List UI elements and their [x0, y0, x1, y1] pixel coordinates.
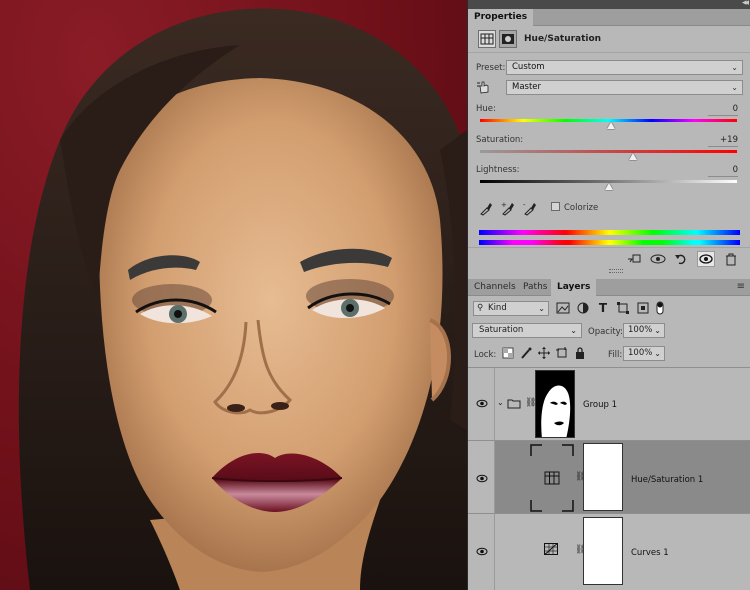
chevron-down-icon: ⌄	[570, 326, 577, 335]
search-icon: ⚲	[477, 303, 484, 313]
layers-list: ⌄ ⛓ Group 1 ⛓ Hue/Saturation 1 ⛓ Curves …	[468, 367, 750, 590]
group-mask-thumbnail	[535, 370, 575, 438]
toggle-visibility-icon[interactable]	[697, 251, 715, 267]
lock-transparent-icon[interactable]	[502, 347, 514, 359]
lock-position-icon[interactable]	[538, 347, 550, 359]
preset-value: Custom	[512, 62, 545, 72]
panel-menu-icon[interactable]: ≡	[737, 281, 745, 292]
blend-mode-value: Saturation	[479, 325, 524, 335]
opacity-label: Opacity:	[588, 327, 623, 337]
reset-adjustment-icon[interactable]	[672, 251, 690, 267]
svg-text:+: +	[501, 201, 507, 209]
layer-filter-dropdown[interactable]: ⚲ Kind ⌄	[473, 301, 549, 316]
properties-tab-bar: Properties	[468, 9, 750, 26]
adjustment-icon[interactable]	[478, 30, 496, 48]
properties-footer	[468, 247, 750, 269]
hue-label: Hue:	[476, 104, 496, 114]
portrait-photo	[18, 8, 467, 590]
eyedropper-icon[interactable]	[478, 200, 494, 216]
filter-kind-value: Kind	[488, 303, 507, 313]
document-canvas[interactable]	[0, 0, 467, 590]
layer-mask-thumbnail[interactable]	[583, 517, 623, 585]
svg-text:-: -	[523, 201, 526, 209]
layer-name: Curves 1	[631, 548, 669, 558]
chevron-down-icon[interactable]: ⌄	[497, 398, 504, 407]
tab-channels[interactable]: Channels	[468, 279, 522, 296]
layers-tab-bar: Channels Paths Layers ≡	[468, 279, 750, 296]
tab-properties[interactable]: Properties	[468, 9, 534, 26]
lightness-input[interactable]: 0	[708, 165, 738, 177]
preset-dropdown[interactable]: Custom ⌄	[506, 60, 743, 75]
adjustment-thumbnail-frame	[530, 444, 574, 512]
mask-icon[interactable]	[499, 30, 517, 48]
lightness-label: Lightness:	[476, 165, 520, 175]
panel-dock: ◂◂ Properties Hue/Saturation Preset: Cus…	[467, 0, 750, 590]
layer-name: Hue/Saturation 1	[631, 475, 704, 485]
collapse-panels-icon[interactable]: ◂◂	[742, 0, 749, 8]
chevron-down-icon: ⌄	[538, 304, 545, 313]
lock-all-icon[interactable]	[574, 347, 586, 359]
input-color-bar	[479, 230, 740, 235]
panel-resize-grip[interactable]	[609, 269, 623, 273]
colorize-label: Colorize	[564, 203, 599, 213]
lightness-slider-thumb[interactable]	[604, 183, 613, 190]
targeted-adjustment-hand-icon[interactable]	[477, 80, 491, 94]
dock-top-strip: ◂◂	[468, 0, 750, 9]
properties-header: Hue/Saturation	[468, 27, 750, 53]
fill-label: Fill:	[608, 350, 623, 360]
visibility-toggle[interactable]	[468, 514, 495, 590]
lock-label: Lock:	[474, 350, 497, 360]
filter-shape-icon[interactable]	[616, 301, 630, 315]
colorize-checkbox[interactable]	[551, 202, 560, 211]
fill-input[interactable]: 100% ⌄	[623, 346, 665, 361]
filter-type-icon[interactable]: T	[596, 301, 610, 315]
hue-input[interactable]: 0	[708, 104, 738, 116]
preset-label: Preset:	[476, 63, 506, 73]
filter-pixel-icon[interactable]	[556, 301, 570, 315]
output-color-bar	[479, 240, 740, 245]
properties-title: Hue/Saturation	[524, 34, 602, 44]
clip-to-layer-icon[interactable]	[625, 251, 643, 267]
visibility-toggle[interactable]	[468, 368, 495, 440]
chevron-down-icon: ⌄	[654, 349, 661, 358]
layer-mask-thumbnail[interactable]	[583, 443, 623, 511]
channel-value: Master	[512, 82, 542, 92]
eye-icon	[476, 474, 488, 483]
filter-adjustment-icon[interactable]	[576, 301, 590, 315]
folder-icon	[507, 399, 521, 409]
lock-artboard-icon[interactable]	[556, 347, 568, 359]
blend-mode-dropdown[interactable]: Saturation ⌄	[472, 323, 582, 338]
chevron-down-icon: ⌄	[654, 326, 661, 335]
visibility-toggle[interactable]	[468, 441, 495, 513]
opacity-value: 100%	[628, 325, 653, 335]
saturation-label: Saturation:	[476, 135, 524, 145]
tab-paths[interactable]: Paths	[517, 279, 553, 296]
saturation-slider-track[interactable]	[480, 150, 737, 153]
eye-icon	[476, 547, 488, 556]
channel-dropdown[interactable]: Master ⌄	[506, 80, 743, 95]
chevron-down-icon: ⌄	[731, 63, 738, 72]
saturation-slider-thumb[interactable]	[628, 153, 637, 160]
fill-value: 100%	[628, 348, 653, 358]
delete-adjustment-icon[interactable]	[722, 251, 740, 267]
filter-toggle-icon[interactable]	[655, 301, 669, 315]
lock-image-pixels-icon[interactable]	[520, 347, 532, 359]
eyedropper-minus-icon[interactable]: -	[522, 200, 538, 216]
curves-icon	[544, 543, 558, 555]
opacity-input[interactable]: 100% ⌄	[623, 323, 665, 338]
chevron-down-icon: ⌄	[731, 83, 738, 92]
layer-row-hue-saturation-1[interactable]: ⛓ Hue/Saturation 1	[468, 440, 750, 513]
eyedropper-plus-icon[interactable]: +	[500, 200, 516, 216]
view-previous-state-icon[interactable]	[649, 251, 667, 267]
layer-row-group-1[interactable]: ⌄ ⛓ Group 1	[468, 367, 750, 440]
layer-row-curves-1[interactable]: ⛓ Curves 1	[468, 513, 750, 590]
filter-smart-object-icon[interactable]	[636, 301, 650, 315]
tab-layers[interactable]: Layers	[551, 279, 597, 296]
layer-name: Group 1	[583, 400, 617, 410]
saturation-input[interactable]: +19	[708, 135, 738, 147]
eye-icon	[476, 399, 488, 408]
hue-slider-thumb[interactable]	[607, 122, 616, 129]
